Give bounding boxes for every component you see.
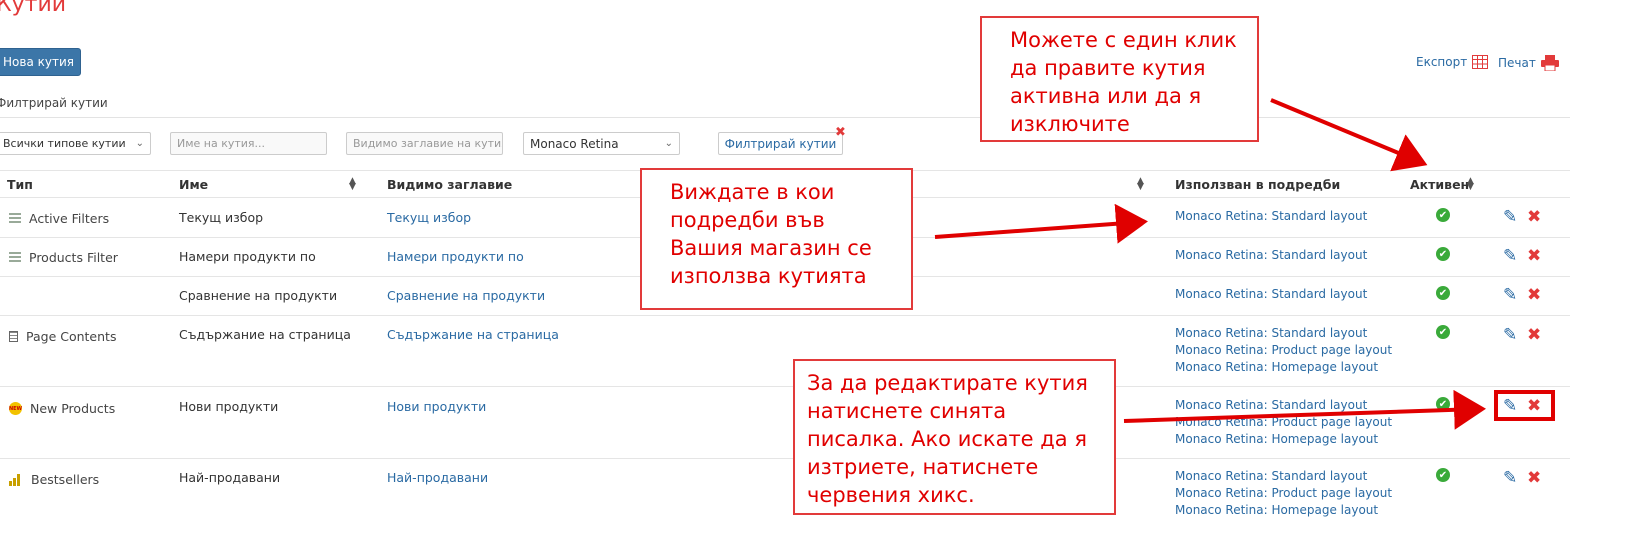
arrow-to-actions-icon xyxy=(1123,389,1486,430)
annotation-arrows xyxy=(934,98,1486,430)
arrow-to-active-icon xyxy=(1270,98,1428,172)
arrow-to-layouts-icon xyxy=(934,203,1148,244)
